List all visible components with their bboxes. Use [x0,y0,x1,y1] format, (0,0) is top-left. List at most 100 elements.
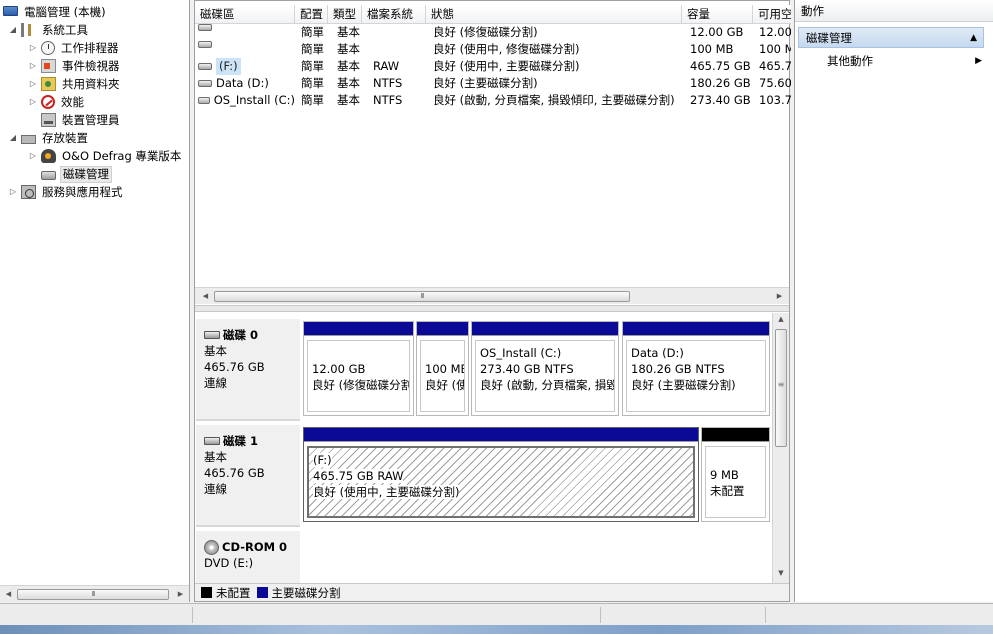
scroll-left-icon[interactable]: ◀ [2,588,15,600]
tree-item-shared-folders[interactable]: ▷ 共用資料夾 [28,75,122,93]
tree-item-oo-defrag[interactable]: ▷ O&O Defrag 專業版本 [28,147,183,165]
tree-item-label: 系統工具 [42,23,88,37]
scrollbar-thumb[interactable]: III [214,291,630,302]
column-header-type[interactable]: 類型 [328,5,362,24]
primary-partition-bar [472,322,618,336]
event-viewer-icon [41,59,56,73]
tree-item-device-manager[interactable]: 裝置管理員 [41,111,122,129]
black-swatch-icon [201,587,212,598]
partition-os-install-c[interactable]: OS_Install (C:) 273.40 GB NTFS 良好 (啟動, 分… [471,321,619,416]
disk-1-partitions: (F:) 465.75 GB RAW 良好 (使用中, 主要磁碟分割) 9 MB… [302,427,772,525]
partition-recovery-12gb[interactable]: 12.00 GB 良好 (修復磁碟分割) [303,321,414,416]
primary-partition-bar [304,322,413,336]
graphical-view-vertical-scrollbar[interactable]: ▲ ≡ ▼ [772,313,789,583]
actions-pane: 動作 磁碟管理 ▲ 其他動作 ▶ [794,0,993,602]
drive-icon [198,63,212,70]
primary-partition-bar [304,428,698,442]
cdrom-0-label[interactable]: CD-ROM 0 DVD (E:) [196,531,300,583]
disk-1-label[interactable]: 磁碟 1 基本 465.76 GB 連線 [196,425,300,527]
column-header-status[interactable]: 狀態 [426,5,682,24]
tree-item-services-applications[interactable]: ▷ 服務與應用程式 [8,183,125,201]
collapsed-arrow-icon[interactable]: ▷ [28,39,38,57]
expanded-arrow-icon[interactable]: ◢ [8,21,18,39]
partition-unallocated-9mb[interactable]: 9 MB 未配置 [701,427,770,522]
cd-rom-icon [204,539,219,555]
column-header-filesystem[interactable]: 檔案系統 [362,5,426,24]
tree-item-label: 存放裝置 [42,131,88,145]
disk-0-label[interactable]: 磁碟 0 基本 465.76 GB 連線 [196,319,300,421]
defrag-icon [41,149,56,163]
more-actions-item[interactable]: 其他動作 ▶ [827,52,982,70]
tree-item-storage[interactable]: ◢ 存放裝置 [8,129,90,147]
tree-item-computer-management[interactable]: 電腦管理 (本機) [3,3,108,21]
scrollbar-thumb[interactable]: III [17,589,169,600]
storage-icon [21,135,36,144]
unallocated-bar [702,428,769,442]
pane-splitter[interactable] [195,305,789,312]
performance-icon [41,95,55,109]
tree-item-event-viewer[interactable]: ▷ 事件檢視器 [28,57,122,75]
primary-partition-bar [623,322,769,336]
scrollbar-thumb[interactable]: ≡ [775,329,787,447]
status-divider [765,607,766,623]
tree-item-label: 電腦管理 (本機) [24,5,106,19]
disk-management-panel: 磁碟區 配置 類型 檔案系統 狀態 容量 可用空 簡單 基本 良好 (修復磁碟分… [194,0,791,602]
tree-item-label: 磁碟管理 [60,165,112,183]
submenu-arrow-icon: ▶ [975,56,982,66]
status-divider [600,607,601,623]
actions-section-disk-management[interactable]: 磁碟管理 ▲ [798,27,984,48]
partition-legend: 未配置 主要磁碟分割 [195,583,789,601]
disk-graphical-view: 磁碟 0 基本 465.76 GB 連線 12.00 GB 良好 (修復磁碟分割… [195,313,789,583]
drive-icon [198,80,212,87]
tools-icon [21,23,36,37]
tree-item-label: 工作排程器 [61,41,119,55]
expanded-arrow-icon[interactable]: ◢ [8,129,18,147]
tree-item-label: 共用資料夾 [62,77,120,91]
tree-item-system-tools[interactable]: ◢ 系統工具 [8,21,90,39]
hard-disk-icon [204,331,220,339]
taskbar-strip [0,625,993,634]
scroll-right-icon[interactable]: ▶ [174,588,187,600]
scroll-left-icon[interactable]: ◀ [199,290,212,302]
drive-icon [198,41,212,48]
volume-table-horizontal-scrollbar[interactable]: ◀ III ▶ [195,287,789,304]
blue-swatch-icon [256,587,268,598]
table-row[interactable]: 簡單 基本 良好 (使用中, 修復磁碟分割) 100 MB 100 M [195,41,791,58]
scroll-right-icon[interactable]: ▶ [773,290,786,302]
status-divider [192,607,193,623]
tree-item-task-scheduler[interactable]: ▷ 工作排程器 [28,39,121,57]
tree-item-label: 裝置管理員 [62,113,120,127]
partition-f-raw[interactable]: (F:) 465.75 GB RAW 良好 (使用中, 主要磁碟分割) [303,427,699,522]
collapse-up-icon[interactable]: ▲ [970,28,977,49]
column-header-free-space[interactable]: 可用空 [753,5,791,24]
tree-item-label: 效能 [61,95,84,109]
tree-item-disk-management[interactable]: 磁碟管理 [41,165,112,183]
table-row[interactable]: 簡單 基本 良好 (修復磁碟分割) 12.00 GB 12.00 [195,24,791,41]
column-header-layout[interactable]: 配置 [295,5,328,24]
partition-data-d[interactable]: Data (D:) 180.26 GB NTFS 良好 (主要磁碟分割) [622,321,770,416]
partition-recovery-100mb[interactable]: 100 MB 良好 (使用中, 修復磁碟分割) [416,321,469,416]
table-row[interactable]: Data (D:) 簡單 基本 NTFS 良好 (主要磁碟分割) 180.26 … [195,75,791,92]
table-row[interactable]: (F:) 簡單 基本 RAW 良好 (使用中, 主要磁碟分割) 465.75 G… [195,58,791,75]
column-header-capacity[interactable]: 容量 [682,5,753,24]
scroll-down-icon[interactable]: ▼ [775,569,787,577]
shared-folder-icon [41,77,56,91]
collapsed-arrow-icon[interactable]: ▷ [28,75,38,93]
tree-item-label: 服務與應用程式 [42,185,123,199]
legend-item-unallocated: 未配置 [201,584,251,602]
table-row[interactable]: OS_Install (C:) 簡單 基本 NTFS 良好 (啟動, 分頁檔案,… [195,92,791,109]
collapsed-arrow-icon[interactable]: ▷ [28,57,38,75]
clock-icon [41,41,55,55]
collapsed-arrow-icon[interactable]: ▷ [28,93,38,111]
tree-item-label: O&O Defrag 專業版本 [62,149,182,163]
column-header-volume[interactable]: 磁碟區 [195,5,295,24]
tree-item-label: 事件檢視器 [62,59,120,73]
tree-item-performance[interactable]: ▷ 效能 [28,93,86,111]
collapsed-arrow-icon[interactable]: ▷ [28,147,38,165]
drive-icon [198,24,212,31]
scroll-up-icon[interactable]: ▲ [775,315,787,323]
collapsed-arrow-icon[interactable]: ▷ [8,183,18,201]
services-icon [21,185,36,199]
disk-0-partitions: 12.00 GB 良好 (修復磁碟分割) 100 MB 良好 (使用中, 修復磁… [302,321,772,419]
tree-horizontal-scrollbar[interactable]: ◀ III ▶ [0,585,189,602]
